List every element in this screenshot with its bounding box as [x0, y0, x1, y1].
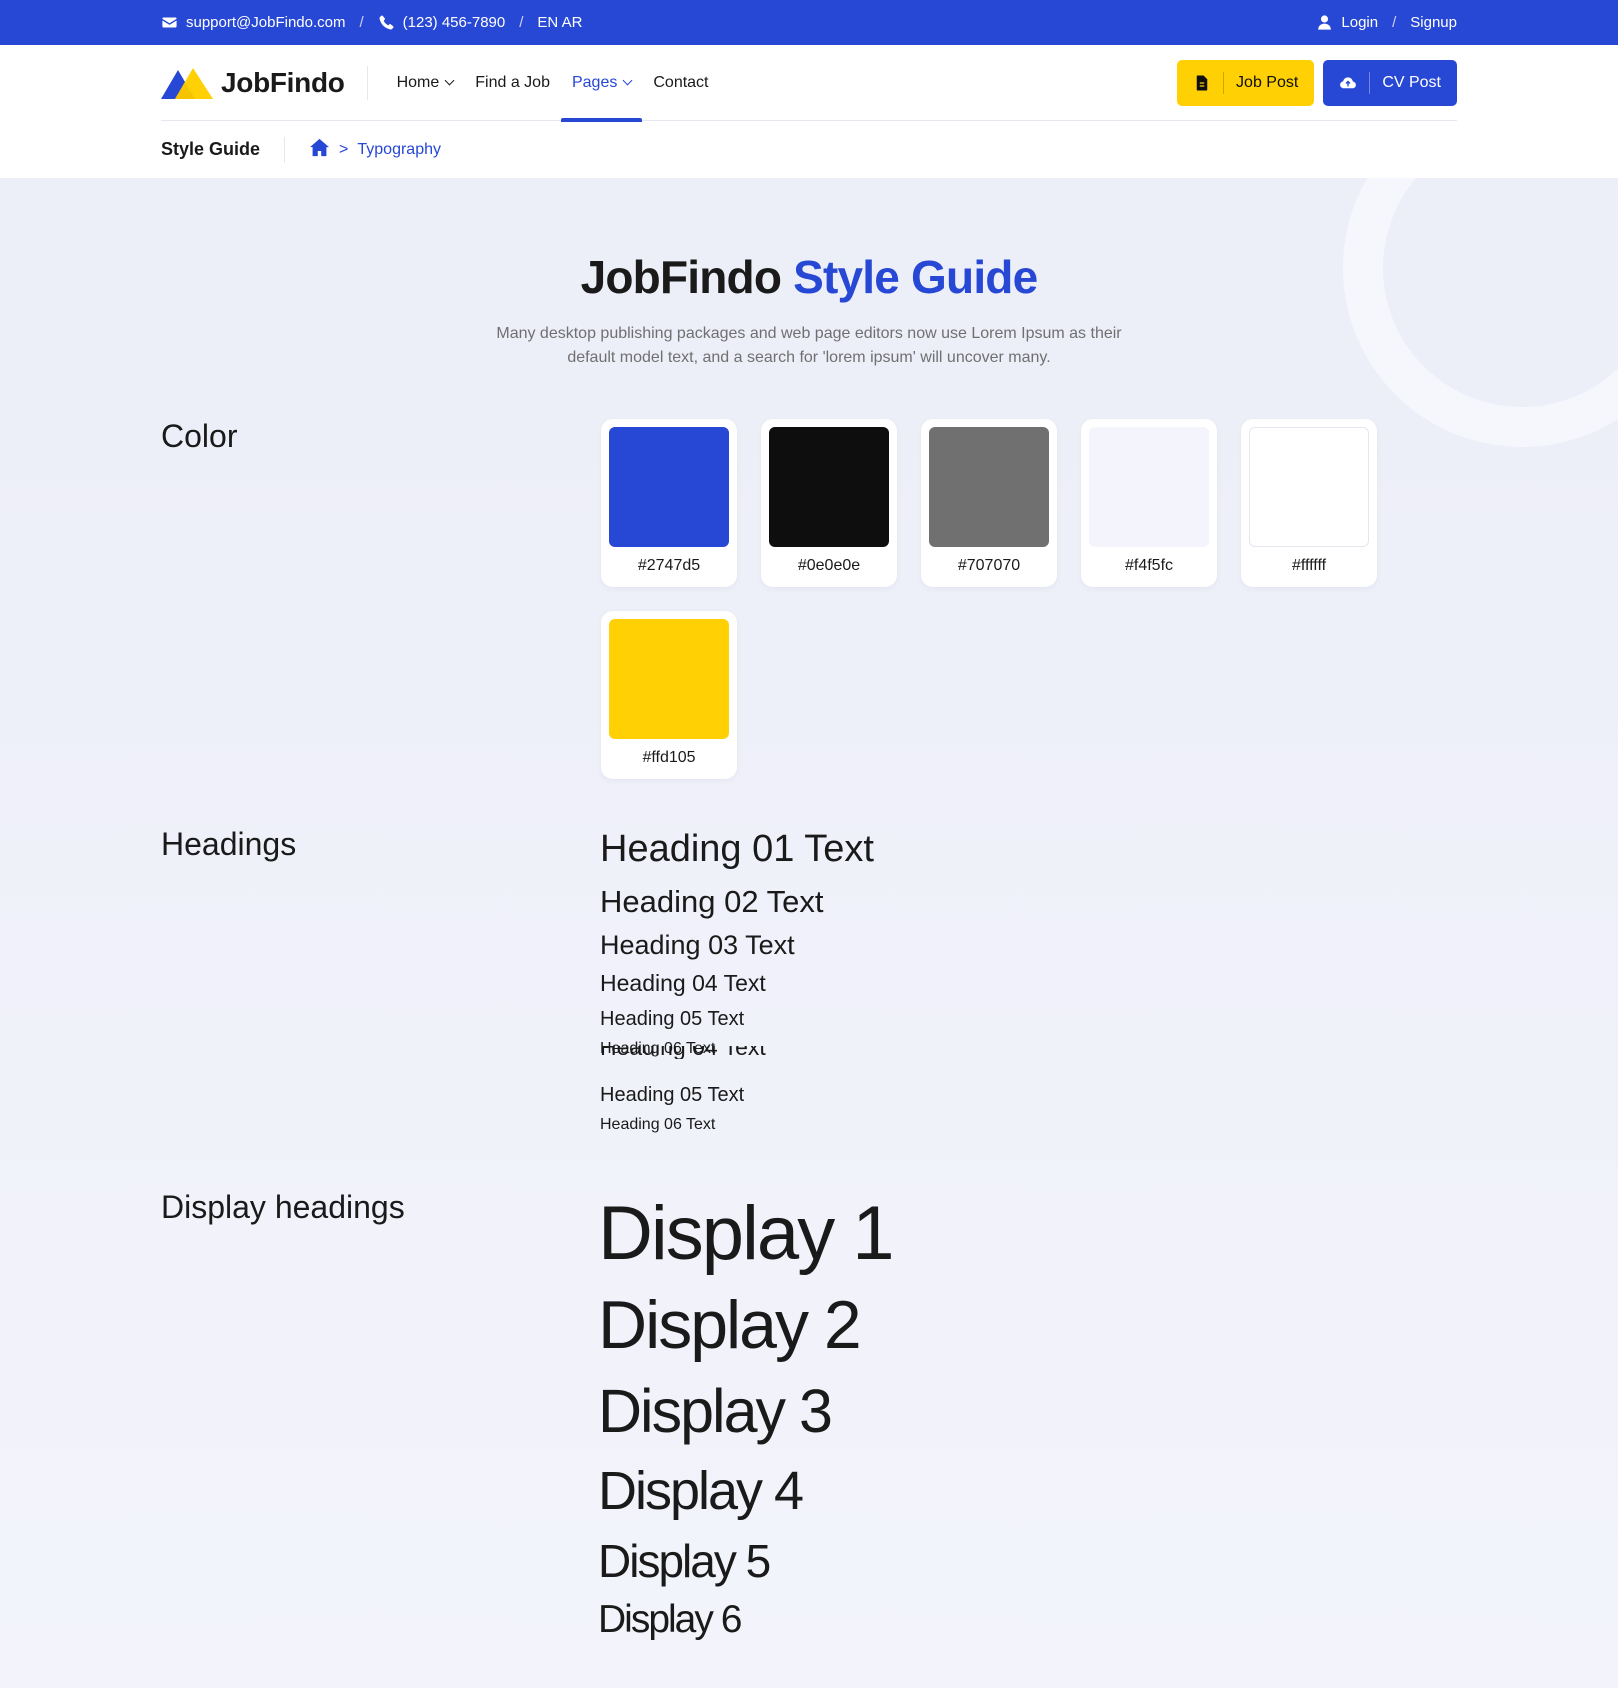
nav-item-find-a-job[interactable]: Find a Job — [464, 45, 561, 121]
color-swatch: #2747d5 — [601, 419, 737, 587]
heading-3-sample: Heading 03 Text — [600, 930, 795, 960]
decorative-ring — [1343, 178, 1618, 447]
heading-5-sample: Heading 05 Text — [600, 1084, 745, 1106]
chevron-right-icon: > — [339, 140, 349, 158]
hero-title-accent: Style Guide — [793, 251, 1038, 303]
color-code: #f4f5fc — [1124, 557, 1174, 574]
nav-menu: Home Find a Job Pages Contact — [386, 45, 720, 122]
header-actions: Job Post CV Post — [1177, 59, 1457, 106]
site-header: JobFindo Home Find a Job Pages Contact J… — [0, 45, 1618, 178]
display-4-sample: Display 4 — [598, 1461, 804, 1521]
hero-title: JobFindo Style Guide — [0, 250, 1618, 304]
job-post-label: Job Post — [1236, 73, 1299, 91]
cv-post-label: CV Post — [1382, 73, 1441, 91]
separator: / — [519, 14, 524, 31]
logo-mark-icon — [161, 67, 213, 99]
heading-2-sample: Heading 02 Text — [600, 884, 824, 919]
hero-title-main: JobFindo — [580, 251, 782, 303]
color-chip — [1089, 427, 1209, 547]
page-title: Style Guide — [161, 136, 286, 163]
language-switcher[interactable]: EN AR — [537, 14, 582, 31]
style-guide-main: JobFindo Style Guide Many desktop publis… — [0, 178, 1618, 1688]
heading-4-sample: Heading 04 Text — [600, 970, 766, 996]
heading-5-sample: Heading 05 Text — [600, 1008, 745, 1030]
phone-text: (123) 456-7890 — [402, 14, 506, 31]
login-label: Login — [1341, 14, 1379, 31]
breadcrumb-current[interactable]: Typography — [357, 141, 441, 159]
section-label-display: Display headings — [161, 1189, 405, 1225]
phone-icon — [378, 14, 395, 31]
display-3-sample: Display 3 — [598, 1377, 833, 1445]
nav-item-home[interactable]: Home — [386, 45, 465, 121]
chevron-down-icon — [444, 75, 455, 86]
top-bar: support@JobFindo.com / (123) 456-7890 / … — [0, 0, 1618, 45]
color-swatch: #0e0e0e — [761, 419, 897, 587]
user-icon — [1316, 14, 1333, 31]
breadcrumb: Style Guide > Typography — [161, 121, 1457, 178]
color-code: #ffffff — [1291, 557, 1327, 574]
display-2-sample: Display 2 — [598, 1287, 862, 1363]
heading-4-sample-clipped: Heading 04 Text — [600, 1046, 766, 1059]
heading-4-clipped-text: Heading 04 Text — [600, 1046, 766, 1059]
display-6-sample: Display 6 — [598, 1598, 742, 1641]
envelope-icon — [161, 14, 178, 31]
color-chip — [769, 427, 889, 547]
brand-name: JobFindo — [221, 66, 345, 98]
color-swatch: #707070 — [921, 419, 1057, 587]
color-chip — [929, 427, 1049, 547]
section-label-headings: Headings — [161, 826, 297, 862]
email-text: support@JobFindo.com — [186, 14, 346, 31]
color-chip — [609, 619, 729, 739]
job-post-button[interactable]: Job Post — [1177, 59, 1315, 106]
color-chip — [1249, 427, 1369, 547]
color-swatch: #ffffff — [1241, 419, 1377, 587]
breadcrumb-path: > Typography — [309, 138, 441, 162]
separator: / — [1392, 14, 1397, 31]
chevron-down-icon — [622, 75, 633, 86]
nav-label: Pages — [571, 73, 618, 91]
color-chip — [609, 427, 729, 547]
color-swatch: #f4f5fc — [1081, 419, 1217, 587]
cloud-upload-icon — [1339, 71, 1371, 94]
cv-post-button[interactable]: CV Post — [1323, 59, 1457, 106]
color-code: #707070 — [957, 557, 1021, 574]
phone-link[interactable]: (123) 456-7890 — [378, 14, 506, 31]
color-swatch: #ffd105 — [601, 611, 737, 779]
login-link[interactable]: Login — [1316, 14, 1378, 31]
signup-link[interactable]: Signup — [1410, 14, 1457, 31]
brand-logo[interactable]: JobFindo — [161, 65, 368, 100]
nav-item-contact[interactable]: Contact — [642, 45, 719, 121]
section-label-color: Color — [161, 418, 238, 454]
separator: / — [359, 14, 364, 31]
main-navbar: JobFindo Home Find a Job Pages Contact J… — [161, 45, 1457, 122]
heading-6-sample: Heading 06 Text — [600, 1116, 716, 1133]
color-code: #0e0e0e — [797, 557, 861, 574]
display-1-sample: Display 1 — [598, 1191, 895, 1276]
nav-item-pages[interactable]: Pages — [560, 45, 643, 122]
color-code: #ffd105 — [642, 749, 696, 766]
color-code: #2747d5 — [637, 557, 701, 574]
home-icon[interactable] — [309, 138, 330, 162]
nav-label: Home — [396, 73, 440, 91]
display-5-sample: Display 5 — [598, 1535, 771, 1587]
hero-subtitle: Many desktop publishing packages and web… — [496, 325, 1122, 366]
nav-label: Find a Job — [475, 73, 550, 91]
heading-1-sample: Heading 01 Text — [600, 828, 874, 870]
file-icon — [1193, 71, 1225, 94]
email-link[interactable]: support@JobFindo.com — [161, 14, 345, 31]
nav-label: Contact — [653, 73, 709, 91]
